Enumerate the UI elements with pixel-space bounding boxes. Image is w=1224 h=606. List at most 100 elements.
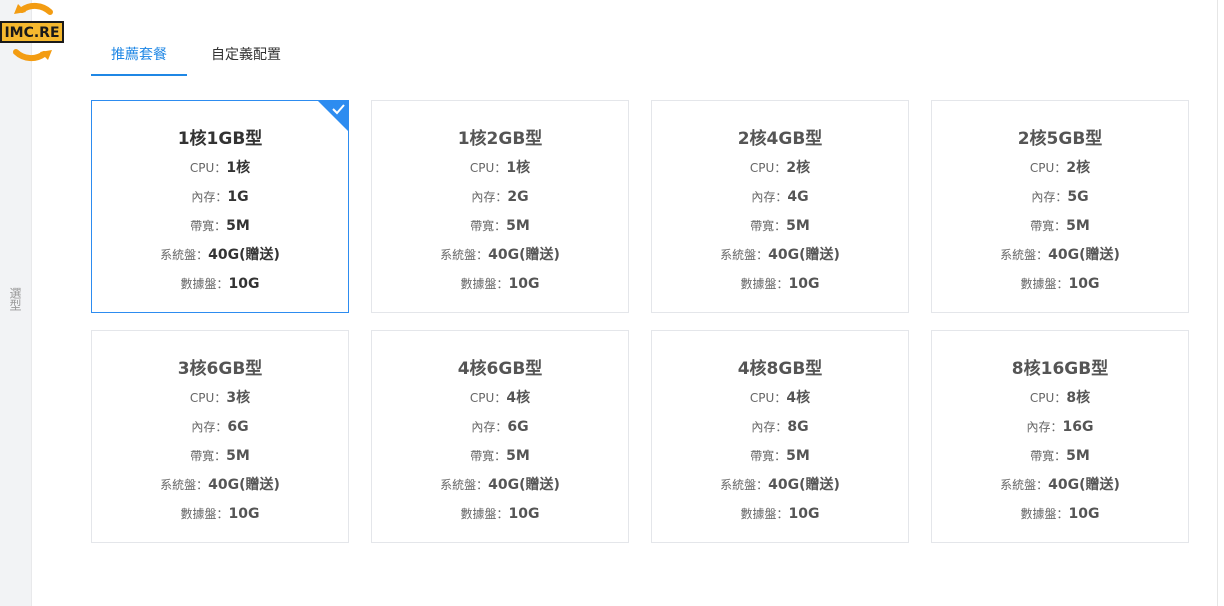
spec-value: 8G [787, 419, 809, 435]
spec-label: CPU： [189, 161, 227, 175]
spec-row-system-disk: 系統盤：40G(贈送) [652, 244, 908, 264]
spec-row-data-disk: 數據盤：10G [652, 503, 908, 523]
spec-row-bandwidth: 帶寬：5M [652, 445, 908, 465]
spec-row-system-disk: 系統盤：40G(贈送) [372, 244, 628, 264]
plan-card[interactable]: 4核8GB型 CPU：4核 內存：8G 帶寬：5M 系統盤：40G(贈送) 數據盤：10G [651, 330, 909, 543]
spec-label: 系統盤： [720, 478, 769, 492]
spec-row-data-disk: 數據盤：10G [932, 273, 1188, 293]
spec-label: CPU： [189, 391, 227, 405]
spec-row-cpu: CPU：1核 [92, 157, 348, 177]
spec-row-bandwidth: 帶寬：5M [372, 215, 628, 235]
plan-card[interactable]: 1核2GB型 CPU：1核 內存：2G 帶寬：5M 系統盤：40G(贈送) 數據盤：10G [371, 100, 629, 313]
plan-card[interactable]: 1核1GB型 CPU：1核 內存：1G 帶寬：5M 系統盤：40G(贈送) 數據盤：10G [91, 100, 349, 313]
spec-value: 10G [1068, 276, 1100, 292]
spec-row-memory: 內存：1G [92, 186, 348, 206]
spec-row-memory: 內存：16G [932, 416, 1188, 436]
spec-value: 10G [228, 506, 260, 522]
spec-row-cpu: CPU：8核 [932, 387, 1188, 407]
spec-row-memory: 內存：8G [652, 416, 908, 436]
spec-row-bandwidth: 帶寬：5M [932, 215, 1188, 235]
spec-label: CPU： [469, 391, 507, 405]
rail-label: 選型 [8, 287, 22, 311]
spec-value: 5G [1067, 189, 1089, 205]
spec-label: 數據盤： [180, 277, 229, 291]
spec-label: 帶寬： [190, 449, 227, 463]
spec-value: 2核 [1066, 160, 1091, 176]
spec-value: 10G [788, 506, 820, 522]
spec-label: 系統盤： [440, 248, 489, 262]
spec-row-data-disk: 數據盤：10G [652, 273, 908, 293]
spec-label: 系統盤： [440, 478, 489, 492]
spec-value: 2G [507, 189, 529, 205]
spec-row-data-disk: 數據盤：10G [372, 503, 628, 523]
plan-card[interactable]: 3核6GB型 CPU：3核 內存：6G 帶寬：5M 系統盤：40G(贈送) 數據盤：10G [91, 330, 349, 543]
plan-title: 1核2GB型 [457, 129, 543, 149]
plan-title: 8核16GB型 [1011, 359, 1109, 379]
spec-value: 4G [787, 189, 809, 205]
tab-recommended-plans[interactable]: 推薦套餐 [91, 36, 187, 76]
spec-value: 5M [786, 448, 810, 464]
spec-row-data-disk: 數據盤：10G [92, 503, 348, 523]
plan-card[interactable]: 2核4GB型 CPU：2核 內存：4G 帶寬：5M 系統盤：40G(贈送) 數據盤：10G [651, 100, 909, 313]
spec-label: 帶寬： [470, 449, 507, 463]
spec-label: 內存： [751, 190, 788, 204]
spec-row-memory: 內存：5G [932, 186, 1188, 206]
spec-row-system-disk: 系統盤：40G(贈送) [932, 474, 1188, 494]
plan-title: 2核4GB型 [737, 129, 823, 149]
plan-title: 2核5GB型 [1017, 129, 1103, 149]
spec-label: 帶寬： [1030, 219, 1067, 233]
spec-label: CPU： [1029, 391, 1067, 405]
spec-label: 數據盤： [740, 507, 789, 521]
spec-value: 10G [1068, 506, 1100, 522]
spec-row-system-disk: 系統盤：40G(贈送) [92, 244, 348, 264]
spec-row-memory: 內存：2G [372, 186, 628, 206]
spec-label: 帶寬： [470, 219, 507, 233]
spec-row-cpu: CPU：2核 [932, 157, 1188, 177]
spec-value: 5M [1066, 218, 1090, 234]
spec-row-cpu: CPU：1核 [372, 157, 628, 177]
spec-value: 40G(贈送) [1048, 247, 1120, 263]
spec-value: 5M [506, 448, 530, 464]
plan-card[interactable]: 2核5GB型 CPU：2核 內存：5G 帶寬：5M 系統盤：40G(贈送) 數據盤：10G [931, 100, 1189, 313]
plan-card[interactable]: 8核16GB型 CPU：8核 內存：16G 帶寬：5M 系統盤：40G(贈送) 數據盤：1… [931, 330, 1189, 543]
spec-value: 40G(贈送) [768, 247, 840, 263]
spec-value: 4核 [506, 390, 531, 406]
spec-label: 系統盤： [160, 478, 209, 492]
logo-text: IMC.RE [4, 25, 59, 41]
checkmark-icon [332, 104, 345, 115]
spec-value: 10G [508, 276, 540, 292]
spec-label: 數據盤： [180, 507, 229, 521]
tab-custom-config[interactable]: 自定義配置 [201, 36, 291, 74]
spec-label: 內存： [1031, 190, 1068, 204]
spec-row-data-disk: 數據盤：10G [372, 273, 628, 293]
spec-row-memory: 內存：6G [92, 416, 348, 436]
spec-value: 1核 [226, 160, 251, 176]
spec-label: 系統盤： [160, 248, 209, 262]
spec-row-system-disk: 系統盤：40G(贈送) [372, 474, 628, 494]
spec-label: 內存： [191, 190, 228, 204]
spec-row-bandwidth: 帶寬：5M [932, 445, 1188, 465]
spec-value: 6G [507, 419, 529, 435]
spec-label: 系統盤： [1000, 478, 1049, 492]
plan-card[interactable]: 4核6GB型 CPU：4核 內存：6G 帶寬：5M 系統盤：40G(贈送) 數據盤：10G [371, 330, 629, 543]
spec-value: 40G(贈送) [768, 477, 840, 493]
plan-title: 1核1GB型 [177, 129, 263, 149]
spec-row-cpu: CPU：4核 [652, 387, 908, 407]
spec-value: 40G(贈送) [1048, 477, 1120, 493]
spec-label: 內存： [471, 190, 508, 204]
spec-value: 3核 [226, 390, 251, 406]
spec-row-data-disk: 數據盤：10G [92, 273, 348, 293]
spec-value: 40G(贈送) [488, 477, 560, 493]
spec-row-bandwidth: 帶寬：5M [92, 445, 348, 465]
spec-value: 6G [227, 419, 249, 435]
spec-value: 5M [506, 218, 530, 234]
spec-value: 5M [226, 218, 250, 234]
brand-logo: IMC.RE [0, 2, 64, 62]
spec-label: 數據盤： [460, 277, 509, 291]
spec-label: 帶寬： [750, 449, 787, 463]
spec-label: 內存： [1026, 420, 1063, 434]
plan-title: 4核8GB型 [737, 359, 823, 379]
spec-value: 5M [1066, 448, 1090, 464]
spec-row-cpu: CPU：4核 [372, 387, 628, 407]
spec-row-cpu: CPU：3核 [92, 387, 348, 407]
